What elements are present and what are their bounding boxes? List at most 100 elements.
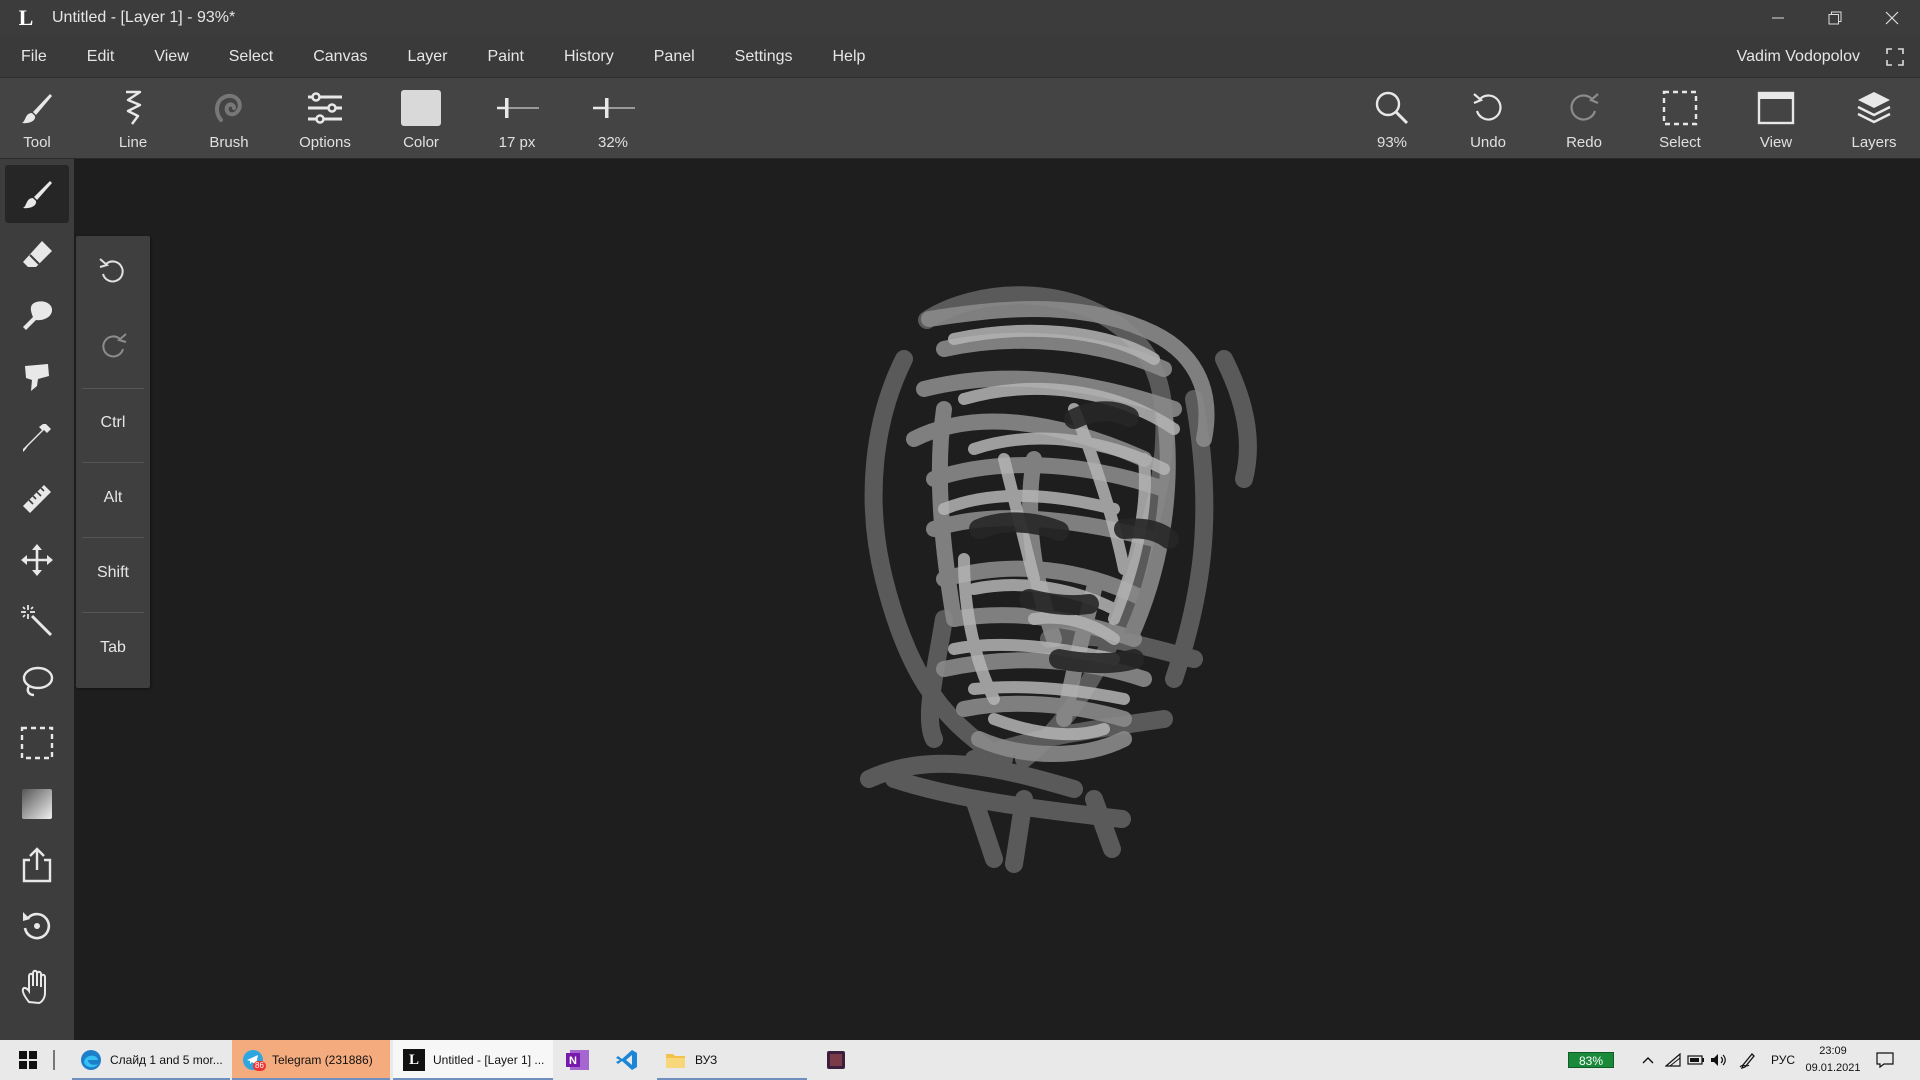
close-button[interactable] [1863, 0, 1920, 35]
size-slider-icon [497, 98, 539, 118]
app-icon [827, 1051, 845, 1069]
volume-tray-icon[interactable] [1709, 1050, 1729, 1070]
task-vscode[interactable] [609, 1040, 645, 1080]
battery-indicator[interactable]: 83% [1568, 1052, 1614, 1068]
opacity-slider-button[interactable]: 32% [568, 78, 658, 159]
tool-share[interactable] [5, 836, 69, 894]
pen-tray-icon[interactable] [1738, 1050, 1758, 1070]
menu-file[interactable]: File [0, 35, 67, 78]
start-button[interactable] [10, 1040, 46, 1080]
options-button[interactable]: Options [280, 78, 370, 159]
smudge-icon [23, 301, 53, 330]
tool-strip [0, 159, 74, 1040]
tab-key-button[interactable]: Tab [80, 612, 146, 684]
restore-button[interactable] [1806, 0, 1863, 35]
view-button[interactable]: View [1731, 78, 1821, 159]
task-folder[interactable]: ВУЗ [657, 1040, 807, 1080]
lasso-icon [22, 666, 54, 697]
opacity-slider-icon [593, 98, 635, 118]
menu-settings[interactable]: Settings [715, 35, 813, 78]
ruler-icon [23, 485, 51, 513]
menu-select[interactable]: Select [209, 35, 293, 78]
sketch-artwork [860, 286, 1257, 873]
tool-lasso[interactable] [5, 653, 69, 711]
zoom-icon [1375, 91, 1409, 125]
tool-fill[interactable] [5, 348, 69, 406]
undo-button[interactable]: Undo [1443, 78, 1533, 159]
line-label: Line [118, 134, 148, 151]
tool-eraser[interactable] [5, 226, 69, 284]
taskbar: Слайд 1 and 5 mor... 86 Telegram (231886… [0, 1040, 1920, 1080]
task-telegram[interactable]: 86 Telegram (231886) [232, 1040, 390, 1080]
ctrl-key-button[interactable]: Ctrl [80, 387, 146, 459]
app-logo: L [18, 4, 34, 30]
menu-canvas[interactable]: Canvas [293, 35, 387, 78]
line-icon [126, 90, 142, 125]
task-telegram-label: Telegram (231886) [272, 1053, 373, 1067]
select-button[interactable]: Select [1635, 78, 1725, 159]
tool-reset[interactable] [5, 897, 69, 955]
minimize-button[interactable] [1749, 0, 1806, 35]
telegram-badge: 86 [253, 1061, 266, 1071]
brush-button[interactable]: Brush [184, 78, 274, 159]
shift-key-button[interactable]: Shift [80, 537, 146, 609]
task-app[interactable] [818, 1040, 854, 1080]
notifications-button[interactable] [1875, 1050, 1895, 1070]
drawing-canvas[interactable] [74, 159, 1920, 1040]
tool-button[interactable]: Tool [0, 78, 82, 159]
menu-view[interactable]: View [134, 35, 208, 78]
tool-hand[interactable] [5, 958, 69, 1016]
clock-time: 23:09 [1819, 1045, 1847, 1057]
color-button[interactable]: Color [376, 78, 466, 159]
tray-expand-button[interactable] [1638, 1050, 1658, 1070]
select-icon [1662, 90, 1698, 126]
input-language[interactable]: РУС [1771, 1040, 1795, 1080]
fullscreen-icon [1886, 48, 1904, 66]
menu-panel[interactable]: Panel [634, 35, 715, 78]
options-icon [308, 92, 342, 124]
undo-label: Undo [1470, 134, 1506, 151]
tool-gradient[interactable] [5, 775, 69, 833]
redo-label: Redo [1566, 134, 1602, 151]
hand-icon [21, 969, 46, 1005]
task-onenote[interactable]: N [560, 1040, 596, 1080]
panel-undo-button[interactable] [80, 236, 146, 308]
menu-layer[interactable]: Layer [387, 35, 467, 78]
color-label: Color [403, 134, 439, 151]
show-desktop-divider [53, 1040, 57, 1080]
options-label: Options [299, 134, 351, 151]
brush-icon [22, 94, 52, 124]
alt-key-button[interactable]: Alt [80, 462, 146, 534]
menu-edit[interactable]: Edit [67, 35, 135, 78]
tool-magic-wand[interactable] [5, 592, 69, 650]
tool-eyedropper[interactable] [5, 409, 69, 467]
magic-wand-icon [21, 605, 53, 637]
user-name[interactable]: Vadim Vodopolov [1737, 35, 1860, 78]
fullscreen-button[interactable] [1884, 46, 1906, 68]
brush-spiral-icon [214, 93, 242, 122]
tool-label: Tool [23, 134, 51, 151]
menu-paint[interactable]: Paint [468, 35, 544, 78]
menu-history[interactable]: History [544, 35, 634, 78]
zoom-button[interactable]: 93% [1347, 78, 1437, 159]
line-button[interactable]: Line [88, 78, 178, 159]
restore-icon [1828, 11, 1841, 24]
task-lunacy-label: Untitled - [Layer 1] ... [433, 1053, 545, 1067]
panel-redo-button[interactable] [80, 311, 146, 383]
battery-tray-icon[interactable] [1686, 1050, 1706, 1070]
clock[interactable]: 23:09 09.01.2021 [1803, 1043, 1863, 1077]
menu-help[interactable]: Help [812, 35, 885, 78]
tool-rect-select[interactable] [5, 714, 69, 772]
tool-move[interactable] [5, 531, 69, 589]
layers-button[interactable]: Layers [1829, 78, 1919, 159]
redo-button[interactable]: Redo [1539, 78, 1629, 159]
task-edge[interactable]: Слайд 1 and 5 mor... [72, 1040, 230, 1080]
tool-ruler[interactable] [5, 470, 69, 528]
task-lunacy[interactable]: L Untitled - [Layer 1] ... [393, 1040, 553, 1080]
select-label: Select [1659, 134, 1701, 151]
tool-brush[interactable] [5, 165, 69, 223]
size-slider-button[interactable]: 17 px [472, 78, 562, 159]
network-tray-icon[interactable] [1663, 1050, 1683, 1070]
undo-icon [1473, 93, 1502, 121]
tool-smudge[interactable] [5, 287, 69, 345]
